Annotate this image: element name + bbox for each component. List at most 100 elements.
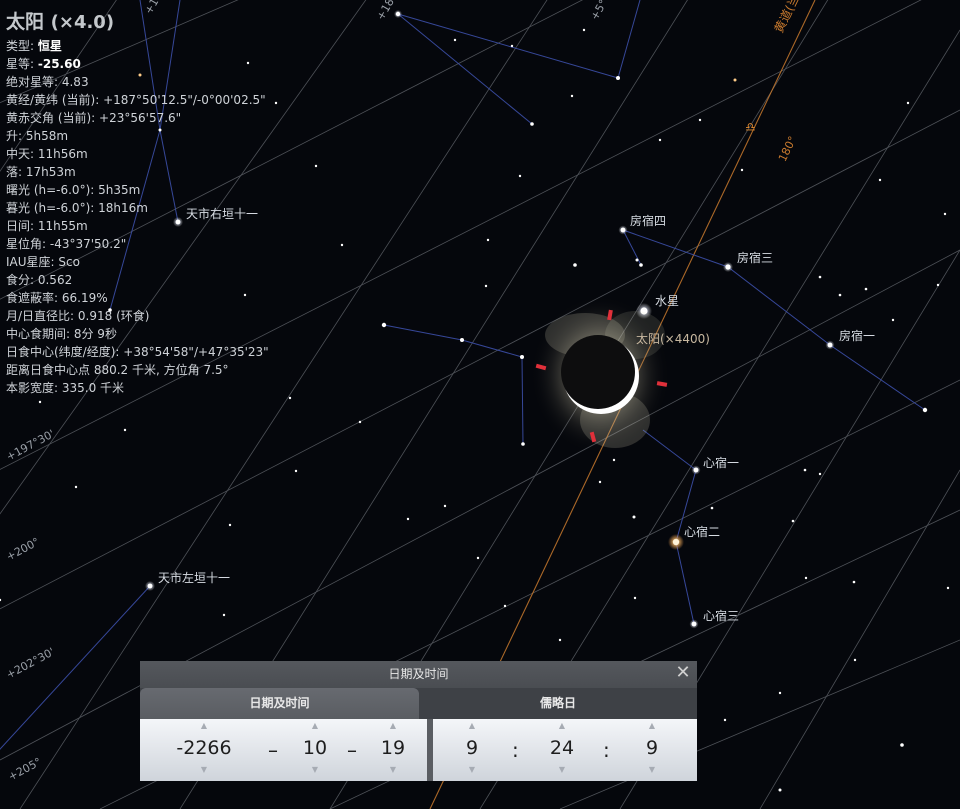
info-line-value: 恒星: [37, 39, 62, 53]
minute-up-arrow-icon[interactable]: ▲: [539, 719, 585, 733]
hour-value[interactable]: 9: [449, 733, 495, 763]
info-line: 日间: 11h55m: [6, 217, 336, 235]
info-line-label: 绝对星等:: [6, 75, 62, 89]
info-line-label: 日食中心(纬度/经度):: [6, 345, 124, 359]
date-time-dialog[interactable]: 日期及时间 ✕ 日期及时间 儒略日 ▲ -2266 ▼ – ▲ 10 ▼ – ▲…: [140, 661, 697, 781]
info-line: 绝对星等: 4.83: [6, 73, 336, 91]
tab-julian-day[interactable]: 儒略日: [419, 688, 697, 719]
info-line-value: 880.2 千米, 方位角 7.5°: [93, 363, 229, 377]
date-separator: –: [268, 738, 278, 762]
info-line: 星位角: -43°37'50.2": [6, 235, 336, 253]
info-line: 中心食期间: 8分 9秒: [6, 325, 336, 343]
sun-label[interactable]: 太阳(×4400): [636, 330, 710, 347]
star-label-tianshi-left-11[interactable]: 天市左垣十一: [158, 569, 230, 586]
star-label-fang-3[interactable]: 房宿三: [737, 249, 773, 266]
star-label-fang-1[interactable]: 房宿一: [839, 327, 875, 344]
info-line: 落: 17h53m: [6, 163, 336, 181]
info-line-label: 日间:: [6, 219, 38, 233]
day-value[interactable]: 19: [370, 733, 416, 763]
dialog-titlebar[interactable]: 日期及时间: [140, 661, 697, 688]
month-spinbox[interactable]: ▲ 10 ▼: [292, 719, 338, 781]
info-line-label: 月/日直径比:: [6, 309, 78, 323]
info-line-value: 4.83: [61, 75, 89, 89]
object-magnification: (×4.0): [50, 12, 115, 33]
year-down-arrow-icon[interactable]: ▼: [162, 763, 246, 777]
star-label-xin-3[interactable]: 心宿三: [703, 607, 739, 624]
sun-eclipse[interactable]: [530, 295, 670, 455]
second-value[interactable]: 9: [629, 733, 675, 763]
object-info-panel: 太阳 (×4.0) 类型: 恒星 星等: -25.60 绝对星等: 4.83 黄经/黄…: [6, 10, 336, 397]
info-line: 曙光 (h=-6.0°): 5h35m: [6, 181, 336, 199]
hour-up-arrow-icon[interactable]: ▲: [449, 719, 495, 733]
info-line-value: 5h58m: [25, 129, 69, 143]
info-line-label: 暮光 (h=-6.0°):: [6, 201, 99, 215]
hour-spinbox[interactable]: ▲ 9 ▼: [449, 719, 495, 781]
info-line-label: 星等:: [6, 57, 38, 71]
libra-symbol-icon: ♎: [745, 120, 756, 134]
info-line-label: 黄经/黄纬 (当前):: [6, 93, 104, 107]
day-spinbox[interactable]: ▲ 19 ▼: [370, 719, 416, 781]
day-up-arrow-icon[interactable]: ▲: [370, 719, 416, 733]
info-line-value: 0.918 (环食): [77, 309, 150, 323]
info-line-label: 黄赤交角 (当前):: [6, 111, 100, 125]
day-down-arrow-icon[interactable]: ▼: [370, 763, 416, 777]
info-line: 中天: 11h56m: [6, 145, 336, 163]
year-spinbox[interactable]: ▲ -2266 ▼: [162, 719, 246, 781]
second-spinbox[interactable]: ▲ 9 ▼: [629, 719, 675, 781]
info-line: 类型: 恒星: [6, 37, 336, 55]
info-line-value: 11h56m: [37, 147, 88, 161]
star-label-xin-1[interactable]: 心宿一: [703, 454, 739, 471]
info-line-value: 0.562: [37, 273, 73, 287]
info-line: 暮光 (h=-6.0°): 18h16m: [6, 199, 336, 217]
info-line-label: 类型:: [6, 39, 38, 53]
date-separator: –: [347, 738, 357, 762]
info-line-value: 5h35m: [98, 183, 141, 197]
tab-date-time[interactable]: 日期及时间: [140, 688, 419, 719]
info-lines: 类型: 恒星 星等: -25.60 绝对星等: 4.83 黄经/黄纬 (当前): +1…: [6, 37, 336, 397]
month-down-arrow-icon[interactable]: ▼: [292, 763, 338, 777]
info-line-value: Sco: [58, 255, 80, 269]
info-line-label: 食遮蔽率:: [6, 291, 62, 305]
year-up-arrow-icon[interactable]: ▲: [162, 719, 246, 733]
star-label-fang-4[interactable]: 房宿四: [630, 212, 666, 229]
close-icon[interactable]: ✕: [675, 664, 691, 682]
star-label-xin-2[interactable]: 心宿二: [684, 523, 720, 540]
info-line: 星等: -25.60: [6, 55, 336, 73]
planet-label-mercury[interactable]: 水星: [655, 292, 679, 309]
dialog-title: 日期及时间: [388, 667, 449, 681]
info-line-value: +23°56'57.6": [99, 111, 182, 125]
info-line: IAU星座: Sco: [6, 253, 336, 271]
second-up-arrow-icon[interactable]: ▲: [629, 719, 675, 733]
month-up-arrow-icon[interactable]: ▲: [292, 719, 338, 733]
info-line-label: 中心食期间:: [6, 327, 74, 341]
info-line-value: -43°37'50.2": [49, 237, 127, 251]
info-line-label: 中天:: [6, 147, 38, 161]
hour-down-arrow-icon[interactable]: ▼: [449, 763, 495, 777]
month-value[interactable]: 10: [292, 733, 338, 763]
minute-down-arrow-icon[interactable]: ▼: [539, 763, 585, 777]
info-line: 升: 5h58m: [6, 127, 336, 145]
info-line-value: +38°54'58"/+47°35'23": [123, 345, 269, 359]
info-line-value: 18h16m: [98, 201, 148, 215]
second-down-arrow-icon[interactable]: ▼: [629, 763, 675, 777]
info-line: 食遮蔽率: 66.19%: [6, 289, 336, 307]
minute-value[interactable]: 24: [539, 733, 585, 763]
info-line: 黄经/黄纬 (当前): +187°50'12.5"/-0°00'02.5": [6, 91, 336, 109]
info-line: 距离日食中心点 880.2 千米, 方位角 7.5°: [6, 361, 336, 379]
info-line: 日食中心(纬度/经度): +38°54'58"/+47°35'23": [6, 343, 336, 361]
time-separator: :: [512, 738, 519, 762]
info-line-label: 落:: [6, 165, 26, 179]
info-line: 本影宽度: 335.0 千米: [6, 379, 336, 397]
info-line: 黄赤交角 (当前): +23°56'57.6": [6, 109, 336, 127]
time-panel: ▲ 9 ▼ : ▲ 24 ▼ : ▲ 9 ▼: [433, 719, 697, 781]
object-title: 太阳 (×4.0): [6, 10, 336, 35]
info-line-value: 17h53m: [25, 165, 76, 179]
minute-spinbox[interactable]: ▲ 24 ▼: [539, 719, 585, 781]
info-line-value: 335.0 千米: [61, 381, 125, 395]
info-line-label: 曙光 (h=-6.0°):: [6, 183, 99, 197]
info-line-value: +187°50'12.5"/-0°00'02.5": [103, 93, 266, 107]
info-line-label: IAU星座:: [6, 255, 59, 269]
info-line: 食分: 0.562: [6, 271, 336, 289]
year-value[interactable]: -2266: [162, 733, 246, 763]
info-line-value: -25.60: [37, 57, 81, 71]
